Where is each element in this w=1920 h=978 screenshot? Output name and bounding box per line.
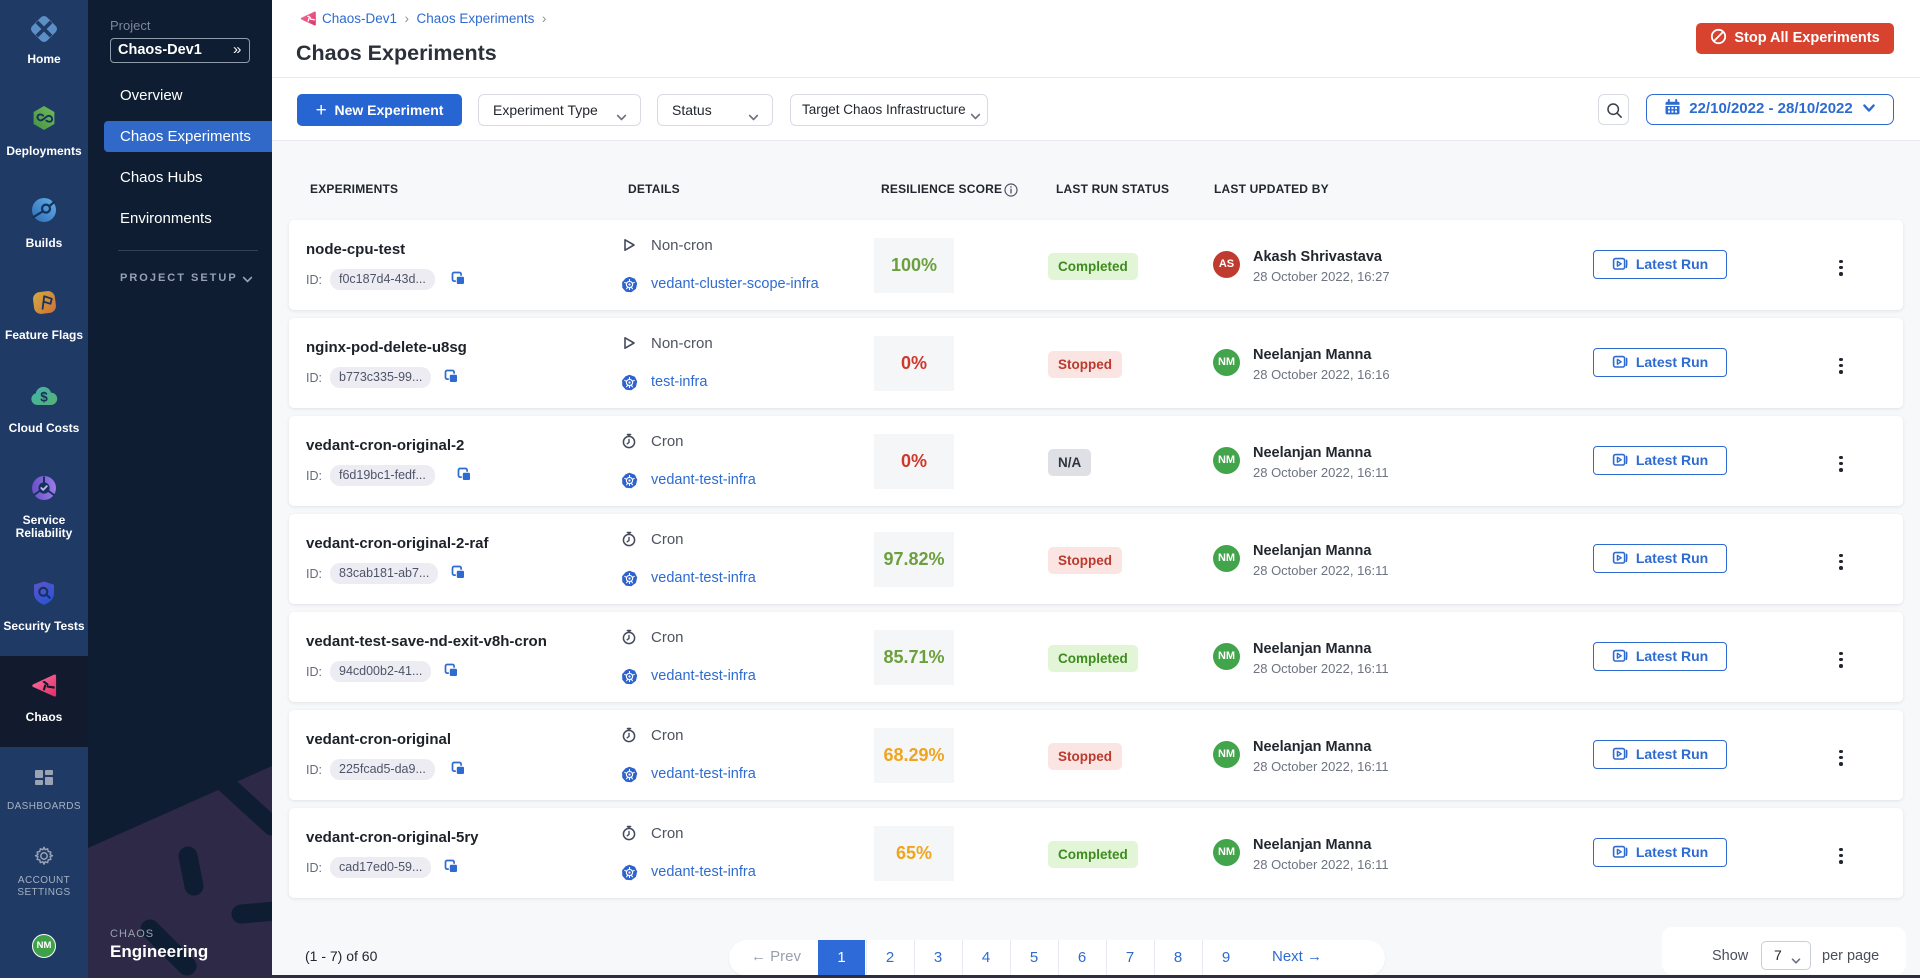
svg-text:$: $ (40, 390, 48, 405)
